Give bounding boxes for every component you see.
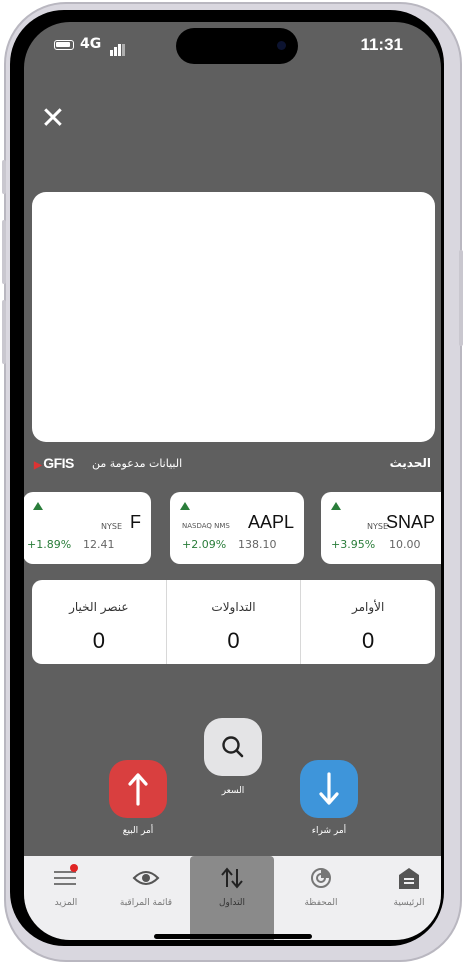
search-icon (222, 736, 244, 758)
menu-icon (24, 866, 108, 890)
powered-by-label: البيانات مدعومة من (92, 457, 183, 470)
network-type: 4G (80, 36, 102, 52)
ticker-exchange: NASDAQ NMS (182, 522, 230, 530)
tab-portfolio[interactable]: المحفظة (279, 856, 363, 940)
quote-button[interactable]: السعر (204, 718, 262, 796)
gfis-logo: ▶ GFIS (34, 455, 74, 471)
eye-icon (104, 866, 188, 890)
arrow-up-icon (128, 773, 148, 806)
ticker-change: +2.09% (182, 538, 227, 551)
chart-panel (32, 192, 435, 442)
stat-options[interactable]: عنصر الخيار 0 (32, 580, 166, 664)
buy-order-button[interactable]: أمر شراء (300, 760, 358, 836)
data-source-row: ▶ GFIS البيانات مدعومة من الحديث (24, 454, 441, 474)
status-time: 11:31 (360, 35, 403, 54)
side-button (2, 300, 6, 364)
recent-label: الحديث (389, 456, 431, 470)
ticker-change: +1.89% (27, 538, 72, 551)
trade-arrows-icon (190, 866, 274, 890)
provider-name: GFIS (43, 455, 74, 471)
tab-more[interactable]: المزيد (24, 856, 108, 940)
tab-watchlist[interactable]: قائمة المراقبة (104, 856, 188, 940)
ticker-price: 10.00 (389, 538, 421, 551)
quote-circle (204, 718, 262, 776)
stats-card: عنصر الخيار 0 التداولات 0 الأوامر 0 (32, 580, 435, 664)
buy-circle (300, 760, 358, 818)
sell-order-button[interactable]: أمر البيع (109, 760, 167, 836)
tab-label: المحفظة (304, 898, 338, 908)
notification-dot (70, 864, 78, 872)
stat-orders[interactable]: الأوامر 0 (300, 580, 435, 664)
up-arrow-icon (180, 502, 190, 510)
side-button (459, 250, 463, 346)
stat-trades[interactable]: التداولات 0 (165, 580, 301, 664)
up-arrow-icon (331, 502, 341, 510)
tab-label: الرئيسية (393, 898, 425, 908)
status-bar: 4G 11:31 (24, 22, 441, 70)
play-icon: ▶ (34, 460, 42, 471)
ticker-price: 138.10 (238, 538, 277, 551)
stat-value: 0 (362, 628, 375, 653)
stat-label: عنصر الخيار (69, 600, 129, 614)
ticker-symbol: SNAP (385, 512, 435, 532)
ticker-symbol: F (130, 512, 141, 532)
quote-label: السعر (221, 786, 245, 796)
up-arrow-icon (33, 502, 43, 510)
battery-icon (54, 40, 74, 50)
side-button (2, 220, 6, 284)
tab-home[interactable]: الرئيسية (367, 856, 441, 940)
stat-value: 0 (92, 628, 105, 653)
close-icon[interactable]: ✕ (38, 104, 68, 134)
portfolio-icon (279, 866, 363, 890)
tab-bar: المزيد قائمة المراقبة التداول المحفظة ال… (24, 856, 441, 940)
stat-label: الأوامر (352, 600, 385, 614)
home-icon (367, 866, 441, 890)
tab-trade[interactable]: التداول (190, 856, 274, 940)
tab-label: قائمة المراقبة (119, 898, 173, 908)
signal-icon (110, 37, 126, 56)
ticker-card-f[interactable]: NYSE F +1.89% 12.41 (24, 492, 151, 564)
sell-label: أمر البيع (122, 826, 154, 836)
arrow-down-icon (319, 772, 339, 805)
ticker-exchange: NYSE (101, 522, 123, 531)
stat-label: التداولات (211, 600, 256, 614)
buy-label: أمر شراء (311, 826, 347, 836)
ticker-symbol: AAPL (247, 512, 294, 532)
ticker-change: +3.95% (331, 538, 376, 551)
stat-value: 0 (227, 628, 240, 653)
screen: 4G 11:31 ✕ ▶ GFIS البيانات مدعومة من الحد… (24, 22, 441, 940)
sell-circle (109, 760, 167, 818)
tab-label: المزيد (54, 898, 78, 908)
dynamic-island (176, 28, 298, 64)
ticker-card-snap[interactable]: NYSE SNAP +3.95% 10.00 (321, 492, 441, 564)
ticker-price: 12.41 (83, 538, 115, 551)
side-button (2, 160, 6, 194)
ticker-card-aapl[interactable]: NASDAQ NMS AAPL +2.09% 138.10 (170, 492, 304, 564)
tab-label: التداول (218, 898, 246, 908)
ticker-exchange: NYSE (367, 522, 389, 531)
home-indicator (154, 934, 312, 939)
